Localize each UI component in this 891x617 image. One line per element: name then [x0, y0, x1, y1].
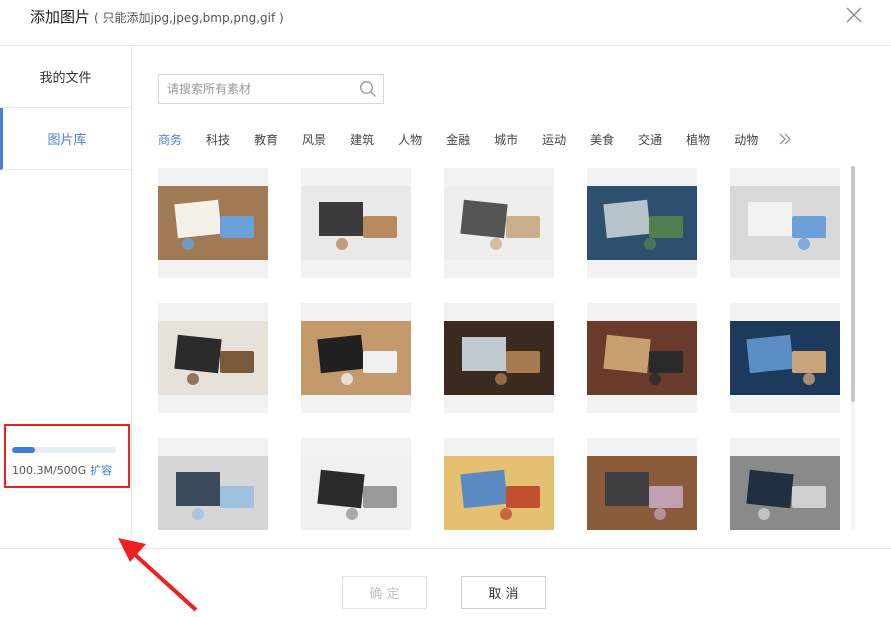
image-thumbnail[interactable]	[587, 438, 697, 530]
thumbnail-image	[301, 456, 411, 530]
dialog-title: 添加图片( 只能添加jpg,jpeg,bmp,png,gif )	[30, 6, 284, 27]
image-thumbnail[interactable]	[730, 438, 840, 530]
category-tab[interactable]: 城市	[494, 131, 518, 148]
scrollbar-thumb[interactable]	[851, 166, 855, 402]
dialog-subtitle: ( 只能添加jpg,jpeg,bmp,png,gif )	[94, 11, 284, 25]
search-box	[158, 74, 384, 104]
thumbnail-image	[730, 186, 840, 260]
thumbnail-image	[587, 186, 697, 260]
category-tab[interactable]: 风景	[302, 131, 326, 148]
thumbnail-image	[158, 456, 268, 530]
storage-usage-text: 100.3M/500G	[12, 464, 87, 477]
search-input[interactable]	[159, 75, 349, 103]
category-tab[interactable]: 科技	[206, 131, 230, 148]
search-icon[interactable]	[359, 80, 377, 98]
category-tab[interactable]: 建筑	[350, 131, 374, 148]
category-tab[interactable]: 商务	[158, 131, 182, 148]
image-thumbnail[interactable]	[158, 438, 268, 530]
category-tab[interactable]: 金融	[446, 131, 470, 148]
image-thumbnail[interactable]	[587, 303, 697, 413]
image-thumbnail[interactable]	[444, 303, 554, 413]
thumbnail-image	[444, 186, 554, 260]
sidebar-item-label: 图片库	[47, 133, 87, 148]
thumbnail-image	[301, 321, 411, 395]
thumbnail-image	[730, 321, 840, 395]
thumbnail-image	[587, 321, 697, 395]
category-tab[interactable]: 人物	[398, 131, 422, 148]
image-thumbnail[interactable]	[444, 168, 554, 278]
category-tab[interactable]: 美食	[590, 131, 614, 148]
add-image-dialog: 添加图片( 只能添加jpg,jpeg,bmp,png,gif ) 我的文件 图片…	[0, 0, 891, 617]
storage-usage: 100.3M/500G 扩容	[12, 462, 112, 478]
dialog-header: 添加图片( 只能添加jpg,jpeg,bmp,png,gif )	[0, 0, 891, 46]
image-thumbnail[interactable]	[301, 438, 411, 530]
image-thumbnail[interactable]	[444, 438, 554, 530]
cancel-button[interactable]: 取 消	[461, 576, 546, 609]
image-grid	[158, 168, 841, 530]
thumbnail-image	[587, 456, 697, 530]
thumbnail-image	[301, 186, 411, 260]
image-thumbnail[interactable]	[301, 303, 411, 413]
category-tabs: 商务 科技 教育 风景 建筑 人物 金融 城市 运动 美食 交通 植物 动物	[158, 129, 792, 149]
storage-progress-fill	[12, 447, 35, 453]
thumbnail-image	[444, 321, 554, 395]
category-tab[interactable]: 交通	[638, 131, 662, 148]
category-tab[interactable]: 动物	[734, 131, 758, 148]
image-thumbnail[interactable]	[158, 168, 268, 278]
thumbnail-image	[444, 456, 554, 530]
image-thumbnail[interactable]	[587, 168, 697, 278]
storage-panel: 100.3M/500G 扩容	[4, 424, 130, 488]
grid-scrollbar[interactable]	[851, 166, 855, 530]
category-tab[interactable]: 植物	[686, 131, 710, 148]
thumbnail-image	[158, 321, 268, 395]
sidebar-item-label: 我的文件	[39, 71, 92, 86]
sidebar-item-my-files[interactable]: 我的文件	[0, 46, 131, 108]
close-icon[interactable]	[845, 6, 863, 24]
image-thumbnail[interactable]	[730, 168, 840, 278]
category-tab[interactable]: 运动	[542, 131, 566, 148]
annotation-arrow	[118, 538, 198, 612]
expand-storage-link[interactable]: 扩容	[90, 464, 112, 477]
image-thumbnail[interactable]	[730, 303, 840, 413]
image-thumbnail[interactable]	[158, 303, 268, 413]
sidebar-item-image-library[interactable]: 图片库	[0, 108, 131, 170]
thumbnail-image	[730, 456, 840, 530]
confirm-button[interactable]: 确 定	[342, 576, 427, 609]
category-tab[interactable]: 教育	[254, 131, 278, 148]
double-chevron-right-icon[interactable]	[778, 132, 792, 146]
storage-progress-bar	[12, 447, 116, 453]
image-thumbnail[interactable]	[301, 168, 411, 278]
dialog-title-text: 添加图片	[30, 8, 91, 26]
thumbnail-image	[158, 186, 268, 260]
